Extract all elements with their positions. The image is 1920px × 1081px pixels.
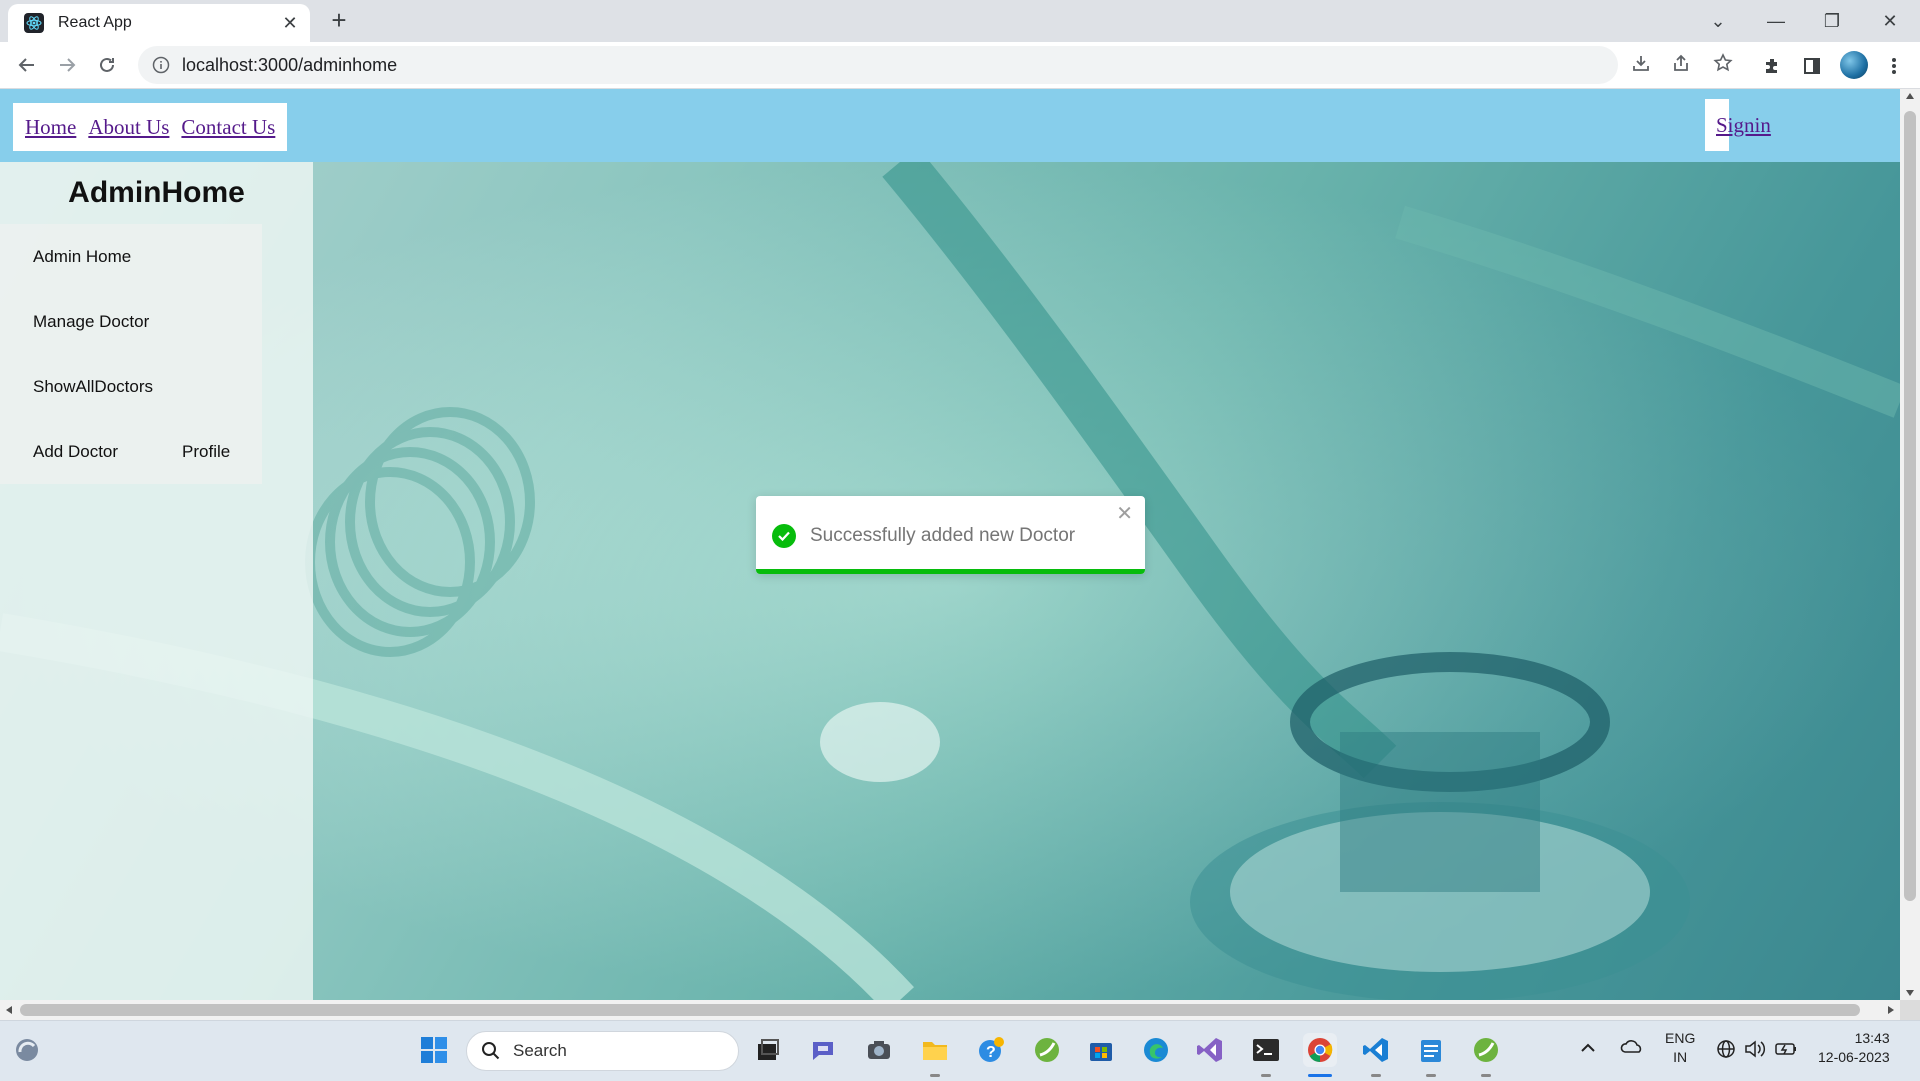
windows-start-icon[interactable]: [417, 1033, 451, 1067]
nav-links: Home About Us Contact Us: [13, 103, 288, 151]
edge-icon[interactable]: [1139, 1033, 1173, 1067]
scroll-right-icon[interactable]: [1888, 1006, 1894, 1014]
toast-message: Successfully added new Doctor: [810, 525, 1076, 546]
forward-icon[interactable]: [52, 50, 82, 80]
sidebar-item-admin-home[interactable]: Admin Home: [0, 224, 262, 289]
minimize-icon[interactable]: —: [1758, 6, 1794, 36]
task-view-icon[interactable]: [751, 1033, 785, 1067]
new-tab-icon[interactable]: +: [326, 7, 352, 34]
onedrive-icon[interactable]: [1620, 1037, 1644, 1060]
close-window-icon[interactable]: ✕: [1872, 6, 1908, 36]
clock[interactable]: 13:43 12-06-2023: [1818, 1029, 1890, 1067]
tab-search-icon[interactable]: ⌄: [1700, 6, 1736, 36]
help-app-icon[interactable]: ?: [974, 1033, 1008, 1067]
sidebar-item-manage-doctor[interactable]: Manage Doctor: [0, 289, 262, 354]
sidebar-row: Add Doctor Profile: [0, 419, 262, 484]
show-hidden-icons[interactable]: [1580, 1039, 1596, 1058]
hscroll-thumb[interactable]: [20, 1004, 1860, 1016]
widgets-icon[interactable]: [10, 1033, 44, 1067]
install-icon[interactable]: [1630, 52, 1652, 74]
scroll-thumb[interactable]: [1904, 111, 1916, 901]
running-indicator: [1481, 1074, 1491, 1077]
page-viewport: Home About Us Contact Us Signin AdminHom…: [0, 89, 1900, 1000]
clock-time: 13:43: [1854, 1030, 1890, 1046]
browser-tabstrip: React App ✕ + ⌄ — ❐ ✕: [0, 0, 1920, 42]
spring-tools-icon[interactable]: [1030, 1033, 1064, 1067]
search-icon: [482, 1042, 500, 1060]
taskbar: Search ? ENG IN 13:43 12-06-2023: [0, 1020, 1920, 1081]
clock-date: 12-06-2023: [1818, 1049, 1890, 1065]
success-toast[interactable]: Successfully added new Doctor ✕: [756, 496, 1145, 574]
nav-link-about[interactable]: About Us: [88, 115, 169, 140]
running-indicator: [1426, 1074, 1436, 1077]
reload-icon[interactable]: [92, 50, 122, 80]
top-navbar: Home About Us Contact Us Signin: [0, 89, 1900, 162]
spring-boot-icon[interactable]: [1469, 1033, 1503, 1067]
share-icon[interactable]: [1670, 52, 1692, 74]
teams-chat-icon[interactable]: [806, 1033, 840, 1067]
admin-sidebar: AdminHome Admin Home Manage Doctor ShowA…: [0, 162, 313, 1000]
scroll-up-icon[interactable]: [1906, 93, 1914, 99]
vertical-scrollbar[interactable]: [1900, 89, 1920, 1000]
file-explorer-icon[interactable]: [918, 1033, 952, 1067]
react-logo-icon: [24, 13, 44, 33]
check-circle-icon: [772, 524, 796, 548]
signin-link[interactable]: Signin: [1716, 113, 1771, 138]
lang-text: ENG: [1665, 1030, 1696, 1046]
region-text: IN: [1673, 1049, 1688, 1065]
sidebar-title: AdminHome: [68, 176, 245, 209]
taskbar-search-label: Search: [513, 1041, 567, 1060]
sidebar-item-show-all-doctors[interactable]: ShowAllDoctors: [0, 354, 262, 419]
horizontal-scrollbar[interactable]: [0, 1000, 1900, 1020]
sidebar-item-add-doctor[interactable]: Add Doctor: [0, 419, 118, 484]
side-panel-icon[interactable]: [1800, 54, 1824, 78]
back-icon[interactable]: [12, 50, 42, 80]
svg-text:?: ?: [986, 1044, 996, 1061]
url-text: localhost:3000/adminhome: [182, 54, 398, 75]
scrollbar-corner: [1900, 1000, 1920, 1020]
bookmark-star-icon[interactable]: [1712, 52, 1734, 74]
nav-link-contact[interactable]: Contact Us: [181, 115, 275, 140]
address-bar[interactable]: localhost:3000/adminhome: [138, 46, 1618, 84]
sidebar-menu: Admin Home Manage Doctor ShowAllDoctors …: [0, 224, 262, 484]
more-menu-icon[interactable]: [1882, 54, 1906, 78]
volume-icon[interactable]: [1744, 1039, 1766, 1064]
running-indicator: [1261, 1074, 1271, 1077]
tab-close-icon[interactable]: ✕: [280, 13, 300, 33]
chrome-icon[interactable]: [1303, 1033, 1337, 1067]
site-info-icon[interactable]: [152, 56, 170, 74]
browser-toolbar: localhost:3000/adminhome: [0, 42, 1920, 89]
nav-link-home[interactable]: Home: [25, 115, 76, 140]
camera-icon[interactable]: [862, 1033, 896, 1067]
browser-tab[interactable]: React App ✕: [8, 4, 310, 42]
taskbar-search-box[interactable]: Search: [466, 1031, 739, 1071]
visual-studio-icon[interactable]: [1193, 1033, 1227, 1067]
scroll-left-icon[interactable]: [6, 1006, 12, 1014]
notepad-icon[interactable]: [1414, 1033, 1448, 1067]
tab-title: React App: [58, 14, 132, 31]
vscode-icon[interactable]: [1359, 1033, 1393, 1067]
profile-avatar[interactable]: [1840, 51, 1868, 79]
sidebar-item-profile[interactable]: Profile: [182, 419, 230, 484]
active-indicator: [1308, 1074, 1332, 1077]
restore-icon[interactable]: ❐: [1814, 6, 1850, 36]
battery-icon[interactable]: [1774, 1039, 1798, 1064]
network-icon[interactable]: [1716, 1039, 1736, 1064]
running-indicator: [1371, 1074, 1381, 1077]
toast-progress-bar: [756, 569, 1145, 574]
ms-store-icon[interactable]: [1084, 1033, 1118, 1067]
close-icon[interactable]: ✕: [1116, 504, 1133, 524]
language-indicator[interactable]: ENG IN: [1665, 1029, 1695, 1067]
terminal-icon[interactable]: [1249, 1033, 1283, 1067]
scroll-down-icon[interactable]: [1906, 990, 1914, 996]
running-indicator: [930, 1074, 940, 1077]
extensions-icon[interactable]: [1760, 54, 1784, 78]
